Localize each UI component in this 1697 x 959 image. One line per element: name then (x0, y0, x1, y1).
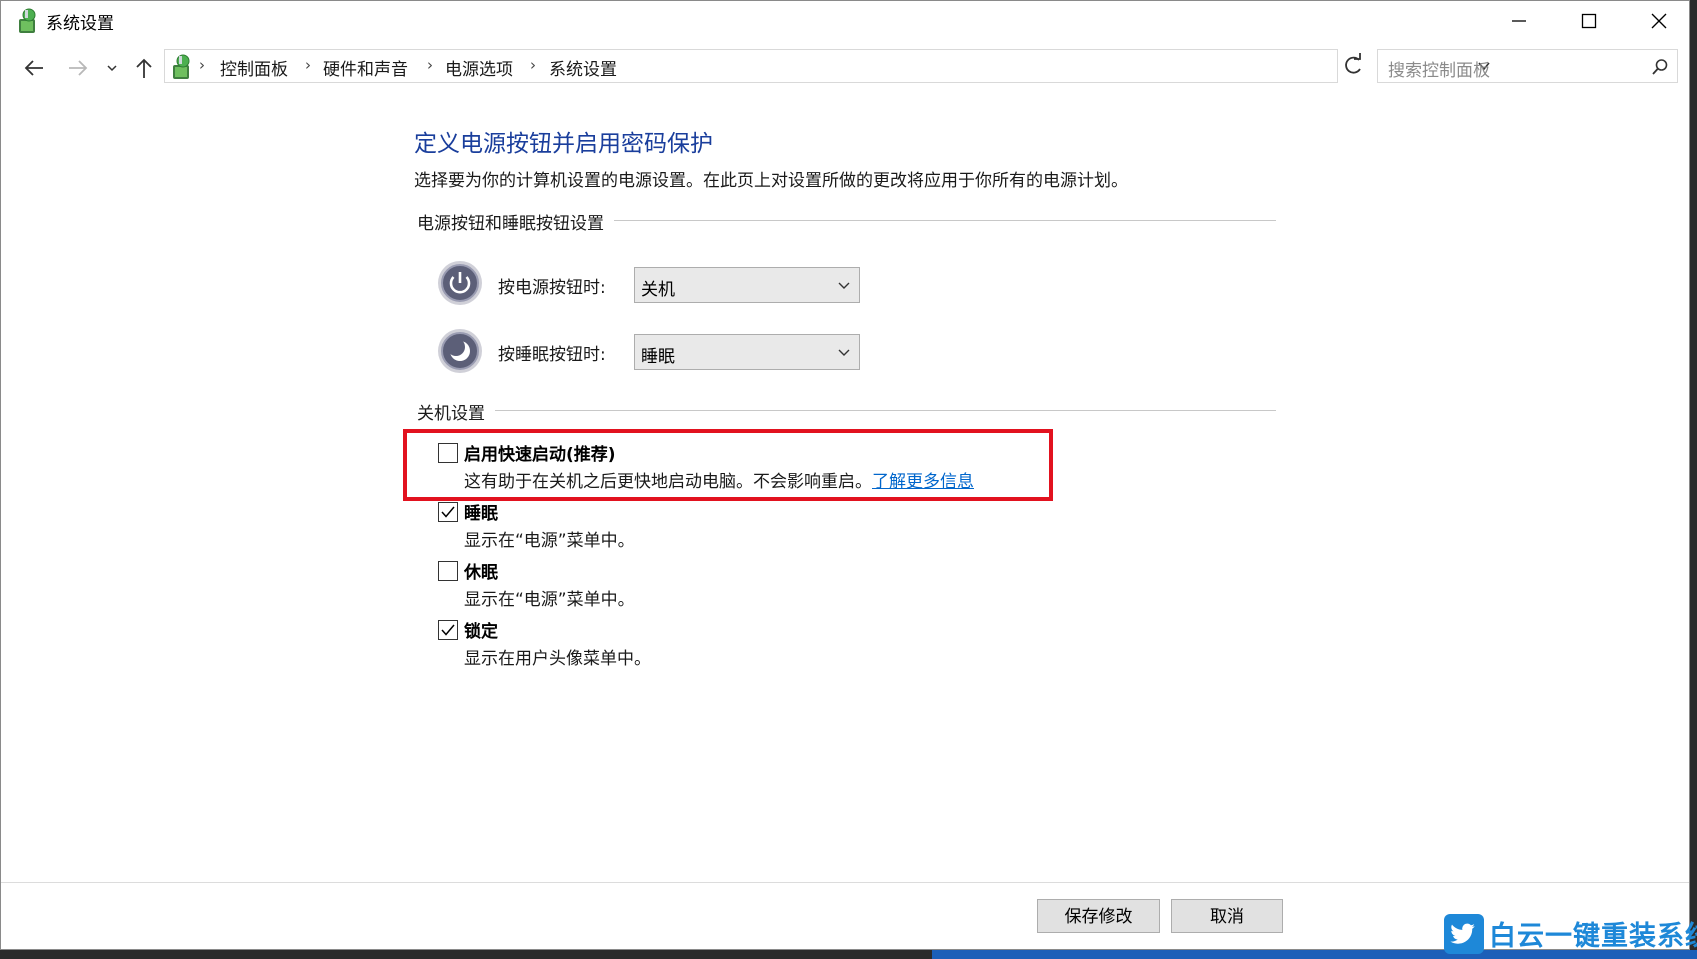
breadcrumb-hardware-sound[interactable]: 硬件和声音 (323, 55, 408, 80)
maximize-button[interactable] (1554, 1, 1624, 41)
breadcrumb-system-settings[interactable]: 系统设置 (549, 55, 617, 80)
sleep-checkbox[interactable] (438, 502, 458, 522)
breadcrumb-power-options[interactable]: 电源选项 (445, 55, 513, 80)
control-panel-icon (19, 8, 36, 33)
checkmark-icon (441, 624, 455, 636)
sleep-button-select[interactable]: 睡眠 (634, 334, 860, 370)
power-button-select[interactable]: 关机 (634, 267, 860, 303)
search-placeholder: 搜索控制面板 (1388, 61, 1490, 81)
save-button[interactable]: 保存修改 (1037, 899, 1160, 933)
up-button[interactable] (129, 53, 159, 83)
page-description: 选择要为你的计算机设置的电源设置。在此页上对设置所做的更改将应用于你所有的电源计… (414, 171, 1128, 191)
lock-checkbox[interactable] (438, 620, 458, 640)
hibernate-option-description: 显示在“电源”菜单中。 (464, 590, 635, 610)
fast-startup-checkbox[interactable] (438, 443, 458, 463)
watermark: 白云一键重装系统 (1444, 912, 1697, 958)
fast-startup-desc-text: 这有助于在关机之后更快地启动电脑。不会影响重启。 (464, 472, 872, 492)
minimize-button[interactable] (1484, 1, 1554, 41)
arrow-left-icon (24, 60, 43, 76)
search-input[interactable]: 搜索控制面板 (1377, 49, 1678, 83)
title-bar: 系统设置 (1, 1, 1689, 41)
sleep-button-label: 按睡眠按钮时: (498, 345, 606, 365)
arrow-up-icon (136, 58, 152, 78)
close-icon (1651, 13, 1667, 29)
shutdown-group-label: 关机设置 (417, 399, 495, 424)
hibernate-option-title: 休眠 (464, 563, 498, 583)
system-settings-window: 系统设置 › 控制面板 › 硬件和声音 › 电源选项 › 系统设置 搜索控制面板… (0, 0, 1690, 950)
sleep-option-description: 显示在“电源”菜单中。 (464, 531, 635, 551)
address-bar[interactable]: › 控制面板 › 硬件和声音 › 电源选项 › 系统设置 (164, 49, 1490, 83)
moon-icon (438, 329, 482, 373)
breadcrumb-separator: › (427, 56, 433, 74)
recent-locations-button[interactable] (101, 53, 121, 83)
control-panel-icon (173, 54, 190, 79)
power-button-label: 按电源按钮时: (498, 278, 606, 298)
page-title: 定义电源按钮并启用密码保护 (414, 131, 713, 157)
power-button-value: 关机 (641, 280, 675, 300)
search-icon (1652, 59, 1668, 75)
back-button[interactable] (19, 53, 49, 83)
power-group-label: 电源按钮和睡眠按钮设置 (417, 209, 614, 234)
fast-startup-description: 这有助于在关机之后更快地启动电脑。不会影响重启。了解更多信息 (464, 467, 974, 492)
breadcrumb-separator: › (305, 56, 311, 74)
chevron-down-icon (838, 349, 850, 356)
forward-button[interactable] (63, 53, 93, 83)
lock-option-title: 锁定 (464, 622, 498, 642)
checkmark-icon (441, 506, 455, 518)
arrow-right-icon (69, 60, 88, 76)
minimize-icon (1512, 20, 1526, 22)
window-title: 系统设置 (46, 14, 114, 34)
sleep-button-value: 睡眠 (641, 347, 675, 367)
maximize-icon (1581, 13, 1597, 29)
breadcrumb-separator: › (199, 56, 205, 74)
fast-startup-title: 启用快速启动(推荐) (464, 445, 616, 465)
group-divider (417, 410, 1276, 411)
sleep-option-title: 睡眠 (464, 504, 498, 524)
lock-option-description: 显示在用户头像菜单中。 (464, 649, 651, 669)
chevron-down-icon (838, 282, 850, 289)
watermark-text: 白云一键重装系统 (1489, 921, 1697, 952)
breadcrumb-control-panel[interactable]: 控制面板 (220, 55, 288, 80)
cancel-button[interactable]: 取消 (1171, 899, 1283, 933)
learn-more-link[interactable]: 了解更多信息 (872, 472, 974, 492)
breadcrumb-separator: › (530, 56, 536, 74)
chevron-down-icon (107, 65, 117, 72)
footer-divider (1, 882, 1689, 883)
refresh-icon[interactable] (1340, 49, 1366, 83)
bird-logo-icon (1444, 914, 1484, 954)
close-button[interactable] (1624, 1, 1694, 41)
hibernate-checkbox[interactable] (438, 561, 458, 581)
power-icon (438, 261, 482, 305)
